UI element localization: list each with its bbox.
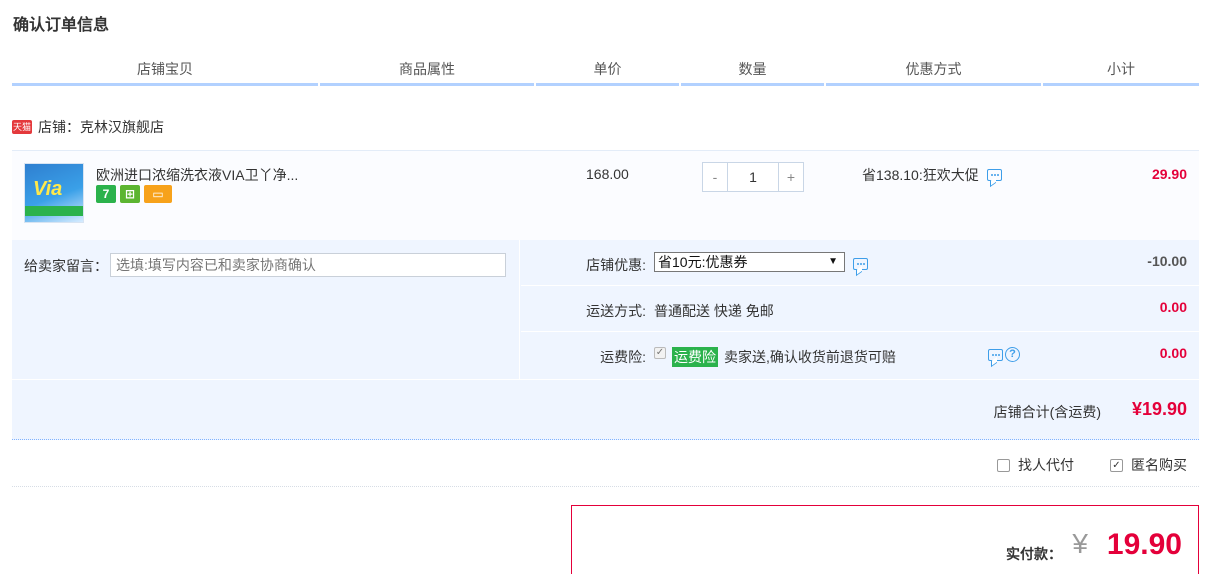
insurance-label: 运费险:	[600, 349, 646, 365]
product-title-link[interactable]: 欧洲进口浓缩洗衣液VIA卫丫净...	[96, 165, 298, 185]
seller-note-input[interactable]	[110, 253, 506, 277]
quantity-decrease-button[interactable]: -	[702, 162, 728, 192]
tmall-icon: 天猫	[12, 120, 32, 134]
col-header-item: 店铺宝贝	[12, 56, 318, 86]
coupon-label: 店铺优惠:	[586, 257, 646, 273]
insurance-amount: 0.00	[1159, 345, 1187, 361]
shop-total-amount: ¥19.90	[1131, 399, 1187, 419]
payment-summary: 实付款： ¥ 19.90	[571, 505, 1199, 574]
item-subtotal: 29.90	[1151, 166, 1187, 182]
quantity-stepper: - 1 +	[702, 162, 804, 192]
payment-currency: ¥	[1072, 528, 1088, 559]
order-options: 给卖家留言： 店铺优惠: 省10元:优惠券 ▼ -10.00 运送方式: 普通配…	[12, 240, 1199, 379]
col-header-subtotal: 小计	[1043, 56, 1199, 86]
order-item-row: Via 欧洲进口浓缩洗衣液VIA卫丫净... 7 ⊞ ▭ 168.00 - 1 …	[12, 150, 1199, 240]
order-flags: 找人代付 ✓ 匿名购买	[997, 455, 1187, 475]
coupon-row: 店铺优惠: 省10元:优惠券 ▼ -10.00	[521, 240, 1199, 286]
shipping-row: 运送方式: 普通配送 快递 免邮 0.00	[521, 286, 1199, 332]
help-icon[interactable]: ?	[1005, 347, 1020, 362]
shop-total-row: 店铺合计(含运费) ¥19.90	[12, 379, 1199, 440]
col-header-discount: 优惠方式	[826, 56, 1041, 86]
shop-total-label: 店铺合计(含运费)	[993, 404, 1101, 420]
payment-label: 实付款：	[1006, 546, 1062, 562]
credit-card-icon[interactable]: ▭	[144, 185, 172, 203]
shop-row: 天猫 店铺：克林汉旗舰店	[12, 117, 164, 137]
product-thumbnail[interactable]: Via	[24, 163, 84, 223]
unit-price: 168.00	[586, 166, 629, 182]
proxy-pay-checkbox[interactable]	[997, 458, 1010, 472]
insurance-checkbox[interactable]: ✓	[654, 347, 666, 359]
product-thumbnail-logo: Via	[33, 178, 63, 200]
seller-note-cell: 给卖家留言：	[12, 240, 520, 379]
payment-amount: 19.90	[1106, 528, 1182, 561]
page-title: 确认订单信息	[13, 17, 110, 34]
seven-day-return-icon[interactable]: 7	[96, 185, 116, 203]
insurance-text: 卖家送,确认收货前退货可赔	[724, 349, 896, 365]
message-icon[interactable]	[988, 348, 1003, 361]
col-header-quantity: 数量	[681, 56, 824, 86]
shipping-insurance-row: 运费险: ✓ 运费险 卖家送,确认收货前退货可赔 ? 0.00	[521, 332, 1199, 379]
insurance-tag: 运费险	[672, 347, 718, 367]
shipping-method: 普通配送 快递 免邮	[654, 303, 774, 319]
promotion-info: 省138.10:狂欢大促	[862, 165, 1002, 185]
column-header: 店铺宝贝 商品属性 单价 数量 优惠方式 小计	[12, 56, 1199, 86]
anonymous-purchase-checkbox[interactable]: ✓	[1110, 458, 1123, 472]
shipping-amount: 0.00	[1159, 299, 1187, 315]
message-icon[interactable]	[986, 169, 1002, 181]
service-icons: 7 ⊞ ▭	[96, 185, 172, 203]
divider	[12, 486, 1199, 487]
shop-name-link[interactable]: 店铺：克林汉旗舰店	[38, 117, 164, 137]
promotion-text: 省138.10:狂欢大促	[862, 167, 979, 183]
anonymous-purchase-option[interactable]: ✓ 匿名购买	[1110, 455, 1187, 475]
seller-note-label: 给卖家留言：	[24, 258, 108, 274]
dropdown-arrow-icon: ▼	[828, 256, 838, 267]
coupon-select[interactable]: 省10元:优惠券 ▼	[654, 252, 845, 272]
quantity-input[interactable]: 1	[728, 162, 778, 192]
col-header-unit-price: 单价	[536, 56, 679, 86]
coupon-amount: -10.00	[1147, 253, 1187, 269]
message-icon[interactable]	[853, 257, 868, 270]
genuine-guarantee-icon[interactable]: ⊞	[120, 185, 140, 203]
col-header-attributes: 商品属性	[320, 56, 534, 86]
shipping-label: 运送方式:	[586, 303, 646, 319]
proxy-pay-option[interactable]: 找人代付	[997, 455, 1074, 475]
quantity-increase-button[interactable]: +	[778, 162, 804, 192]
